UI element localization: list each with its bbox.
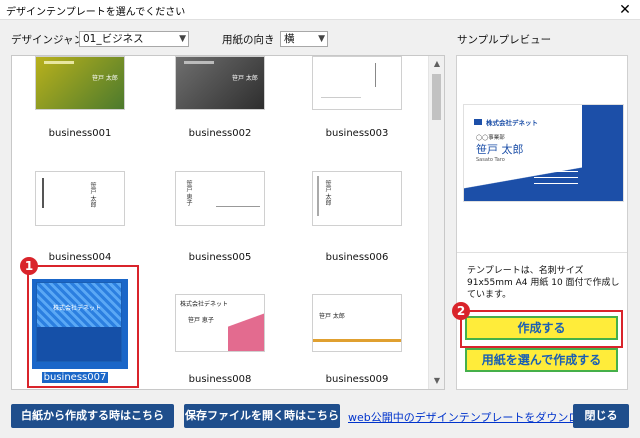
template-thumbnail-business005[interactable]: 笹戸 恵子 [175,171,265,226]
template-label[interactable]: business005 [155,252,285,263]
orientation-select-value: 横 [284,33,295,45]
card-logo-line [44,61,74,64]
template-thumbnail-business008[interactable]: 株式会社デネット 笹戸 恵子 [175,294,265,352]
chevron-down-icon: ▼ [318,34,325,44]
orientation-select[interactable]: 横 ▼ [280,31,328,47]
template-description: テンプレートは、名刺サイズ 91x55mm A4 用紙 10 面付で作成していま… [467,266,620,300]
window-title: デザインテンプレートを選んでください [6,7,186,18]
scroll-down-icon[interactable]: ▼ [429,373,444,389]
card-accent [317,176,319,216]
preview-romaji: Sasato Taro [476,157,505,163]
card-logo-line [184,61,214,64]
card-name: 笹戸 太郎 [319,313,345,320]
preview-card-side [582,105,623,201]
card-accent [42,178,44,208]
card-name: 笹戸 太郎 [89,182,96,208]
grid-scrollbar[interactable]: ▲ ▼ [428,56,444,389]
preview-card: 株式会社デネット ◯◯事業部 笹戸 太郎 Sasato Taro [463,104,624,202]
close-icon[interactable]: ✕ [616,1,634,19]
preview-company: 株式会社デネット [486,119,538,127]
template-thumbnail-business001[interactable]: 笹戸 太郎 [35,56,125,110]
genre-select-value: 01_ビジネス [83,33,144,45]
preview-address-line [534,177,578,178]
template-label[interactable]: business008 [155,374,285,385]
template-thumbnail-business009[interactable]: 笹戸 太郎 [312,294,402,352]
preview-department: ◯◯事業部 [476,135,505,141]
choose-paper-create-button[interactable]: 用紙を選んで作成する [465,348,618,372]
preview-separator [457,252,627,253]
card-rule [321,97,361,98]
card-name: 笹戸 恵子 [188,317,214,324]
template-label[interactable]: business001 [15,128,145,139]
step1-callout-box [27,265,139,388]
open-saved-file-button[interactable]: 保存ファイルを開く時はこちら [184,404,340,428]
template-label[interactable]: business003 [292,128,422,139]
step2-badge: 2 [452,302,470,320]
card-vertical-text [375,63,389,87]
genre-select[interactable]: 01_ビジネス ▼ [79,31,189,47]
logo-icon [474,119,482,125]
card-accent [228,309,264,351]
card-accent [313,339,401,342]
template-thumbnail-business006[interactable]: 笹戸 太郎 [312,171,402,226]
card-company: 株式会社デネット [180,301,229,308]
template-thumbnail-business004[interactable]: 笹戸 太郎 [35,171,125,226]
card-name: 笹戸 恵子 [185,180,192,206]
preview-name: 笹戸 太郎 [476,143,524,156]
scroll-up-icon[interactable]: ▲ [429,56,444,72]
template-label[interactable]: business009 [292,374,422,385]
create-from-blank-button[interactable]: 白紙から作成する時はこちら [11,404,174,428]
preview-address-line [534,183,578,184]
step1-badge: 1 [20,257,38,275]
card-name: 笹戸 太郎 [232,75,258,82]
template-thumbnail-business002[interactable]: 笹戸 太郎 [175,56,265,110]
scrollbar-thumb[interactable] [432,74,441,120]
step2-callout-box [460,310,623,348]
close-button[interactable]: 閉じる [573,404,629,428]
orientation-label: 用紙の向き [222,34,275,46]
template-label[interactable]: business006 [292,252,422,263]
card-name: 笹戸 太郎 [324,180,331,206]
template-label[interactable]: business002 [155,128,285,139]
card-rule [216,206,260,207]
preview-label: サンプルプレビュー [457,34,552,46]
card-name: 笹戸 太郎 [92,75,118,82]
title-bar: デザインテンプレートを選んでください ✕ [0,0,640,20]
chevron-down-icon: ▼ [179,34,186,44]
preview-address-line [534,171,578,172]
template-thumbnail-business003[interactable] [312,56,402,110]
